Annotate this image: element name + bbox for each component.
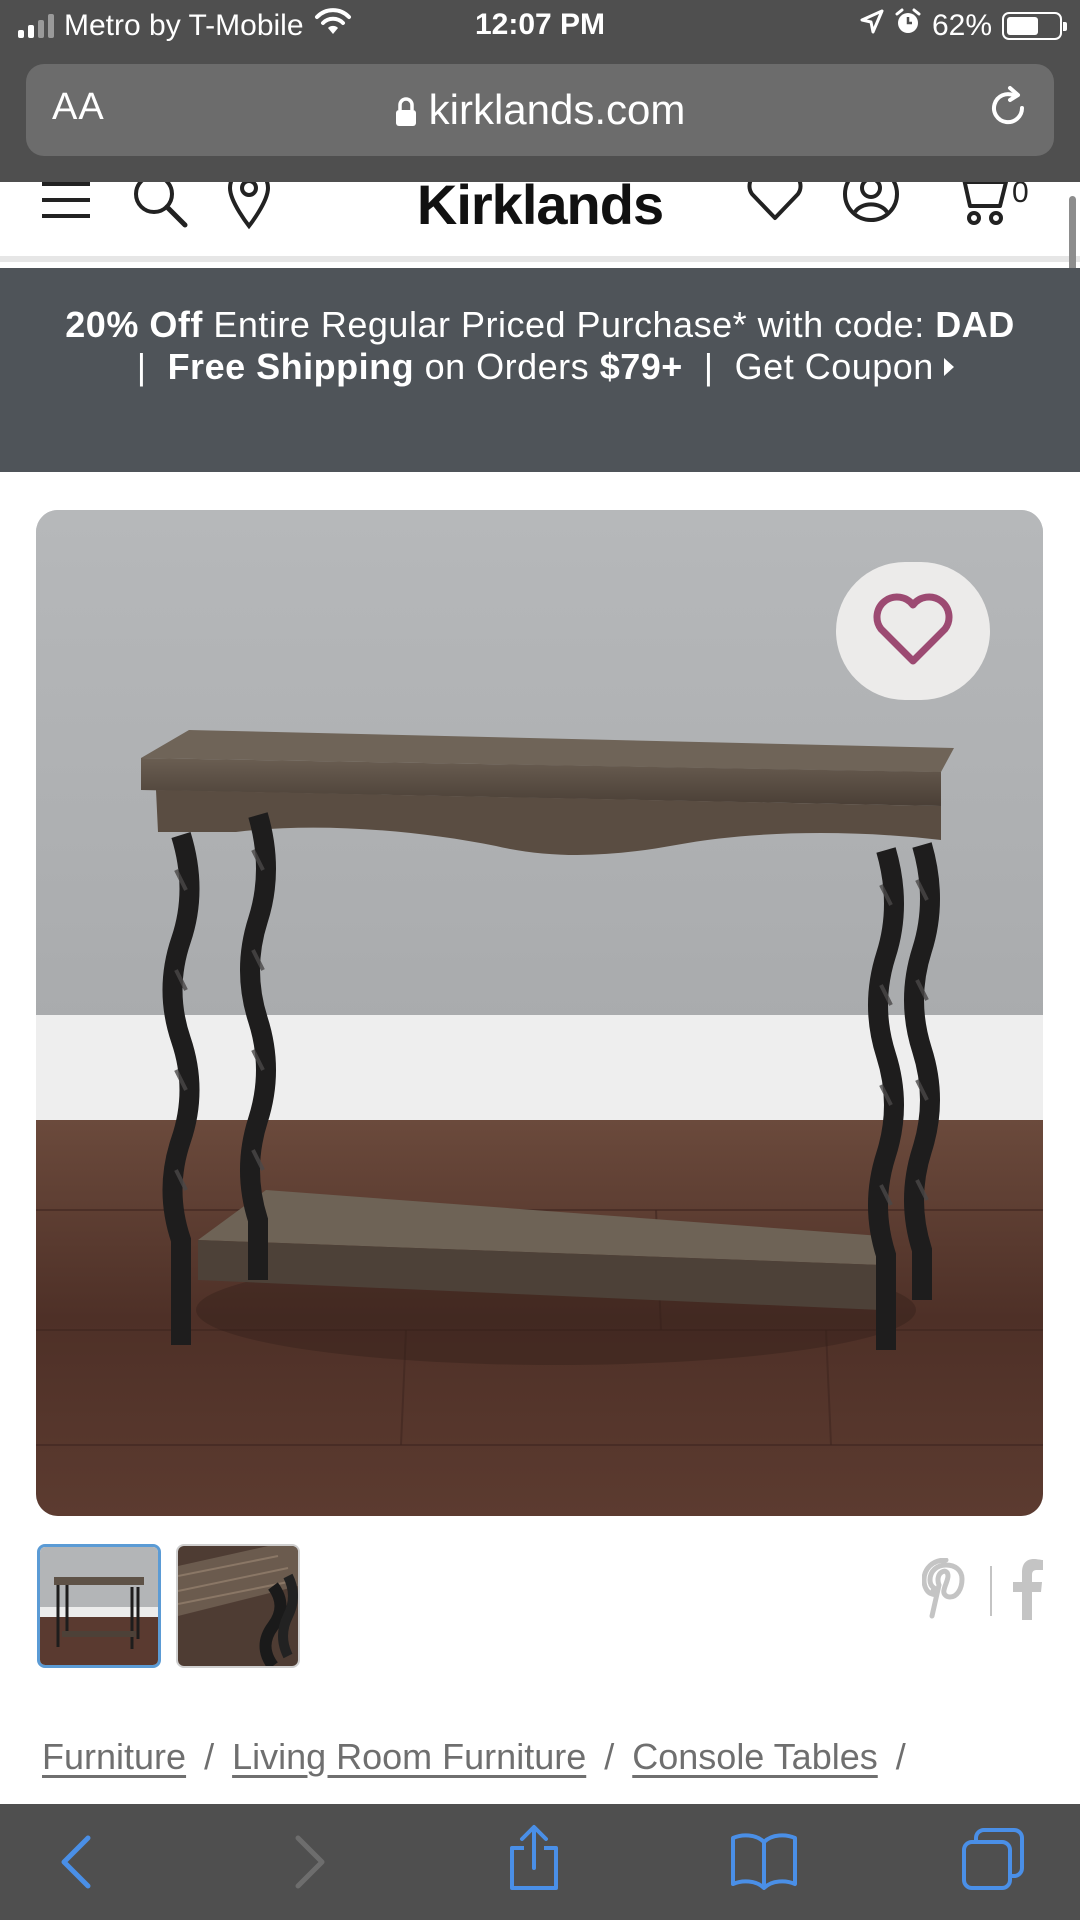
breadcrumb-separator: / [604, 1736, 615, 1777]
account-icon[interactable] [842, 182, 900, 231]
forward-icon [290, 1832, 330, 1897]
promo-discount: 20% Off [65, 304, 203, 345]
reload-icon[interactable] [984, 84, 1032, 137]
alarm-icon [894, 8, 922, 44]
facebook-icon[interactable] [1010, 1558, 1044, 1625]
add-to-wishlist-button[interactable] [836, 562, 990, 700]
cart-icon[interactable] [950, 182, 1008, 233]
share-divider [988, 1566, 994, 1621]
promo-threshold: $79+ [599, 346, 683, 387]
breadcrumb-living-room-furniture[interactable]: Living Room Furniture [232, 1736, 586, 1777]
breadcrumb: Furniture / Living Room Furniture / Console … [42, 1736, 924, 1778]
url-display[interactable]: kirklands.com [26, 86, 1054, 137]
promo-discount-text: Entire Regular Priced Purchase* with cod… [213, 304, 925, 345]
heart-icon [871, 591, 955, 672]
caret-right-icon [943, 358, 954, 376]
pinterest-icon[interactable] [921, 1557, 972, 1625]
site-header: Kirklands 0 [0, 182, 1080, 262]
promo-banner[interactable]: 20% Off Entire Regular Priced Purchase* … [0, 268, 1080, 472]
promo-code: DAD [935, 304, 1015, 345]
cart-count[interactable]: 0 [1012, 182, 1029, 210]
promo-divider: | [136, 346, 147, 387]
promo-shipping-text: on Orders [424, 346, 590, 387]
breadcrumb-separator: / [895, 1736, 906, 1777]
product-thumbnail[interactable] [37, 1544, 161, 1668]
breadcrumb-furniture[interactable]: Furniture [42, 1736, 186, 1777]
tabs-icon[interactable] [962, 1828, 1024, 1895]
wishlist-icon[interactable] [746, 182, 804, 227]
status-right: 62% [860, 8, 1067, 44]
breadcrumb-console-tables[interactable]: Console Tables [632, 1736, 878, 1777]
browser-chrome: Metro by T-Mobile 12:07 PM 62% AA kirkla… [0, 0, 1080, 182]
promo-shipping: Free Shipping [167, 346, 415, 387]
url-text: kirklands.com [428, 86, 686, 133]
browser-toolbar [0, 1804, 1080, 1920]
share-icon[interactable] [506, 1824, 562, 1897]
location-arrow-icon [860, 9, 884, 43]
back-icon[interactable] [56, 1832, 96, 1897]
battery-percent: 62% [931, 9, 992, 42]
product-thumbnail[interactable] [176, 1544, 300, 1668]
url-bar[interactable]: AA kirklands.com [26, 64, 1054, 156]
promo-divider: | [703, 346, 714, 387]
breadcrumb-separator: / [204, 1736, 215, 1777]
get-coupon-link[interactable]: Get Coupon [735, 346, 954, 387]
battery-icon [1002, 12, 1067, 40]
site-logo[interactable]: Kirklands [0, 182, 1080, 237]
status-bar: Metro by T-Mobile 12:07 PM 62% [0, 0, 1080, 54]
bookmarks-icon[interactable] [730, 1830, 798, 1895]
get-coupon-label: Get Coupon [734, 346, 934, 387]
lock-icon [395, 89, 417, 137]
